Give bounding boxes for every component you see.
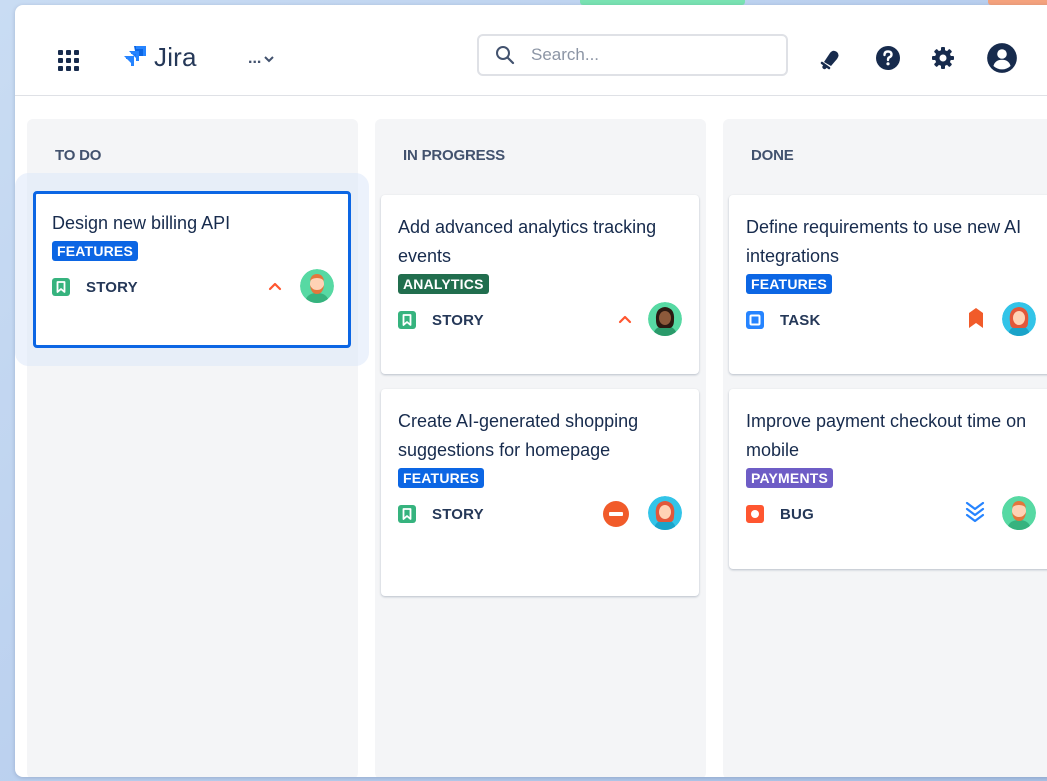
gear-icon[interactable] [926, 41, 960, 75]
card-title: Improve payment checkout time on mobile [746, 411, 1027, 460]
task-icon [746, 311, 764, 329]
assignee-avatar[interactable] [1002, 496, 1036, 530]
issue-card[interactable]: Add advanced analytics tracking events A… [381, 195, 699, 374]
column-title: TO DO [55, 147, 102, 164]
bug-icon [746, 505, 764, 523]
story-icon [398, 311, 416, 329]
issue-type: STORY [86, 279, 138, 296]
story-icon [52, 278, 70, 296]
issue-card[interactable]: Create AI-generated shopping suggestions… [381, 389, 699, 596]
jira-window: Jira ... Search... TO DO Design new bill… [15, 5, 1047, 777]
more-menu-button[interactable]: ... [248, 47, 275, 71]
column-todo: TO DO Design new billing API FEATURES ST… [27, 119, 358, 777]
priority-high-icon [618, 315, 632, 324]
card-label: FEATURES [52, 241, 139, 261]
assignee-avatar[interactable] [1002, 302, 1036, 336]
card-title: Define requirements to use new AI integr… [746, 217, 1022, 266]
column-title: IN PROGRESS [403, 147, 505, 164]
column-title: DONE [751, 147, 794, 164]
priority-highest-icon [969, 308, 983, 328]
assignee-avatar[interactable] [300, 269, 334, 303]
story-icon [398, 505, 416, 523]
issue-card[interactable]: Design new billing API FEATURES STORY [33, 191, 351, 348]
priority-high-icon [268, 282, 282, 291]
issue-card[interactable]: Define requirements to use new AI integr… [729, 195, 1047, 374]
card-label: FEATURES [746, 274, 833, 294]
app-name: Jira [154, 41, 197, 72]
search-icon [496, 46, 515, 65]
issue-type: BUG [780, 506, 814, 523]
card-footer: STORY [398, 496, 682, 536]
priority-blocker-icon [603, 501, 629, 527]
card-footer: TASK [746, 302, 1036, 342]
issue-card[interactable]: Improve payment checkout time on mobile … [729, 389, 1047, 569]
help-icon[interactable] [871, 41, 905, 75]
search-input[interactable] [529, 44, 753, 66]
issue-type: STORY [432, 312, 484, 329]
card-title: Add advanced analytics tracking events [398, 217, 657, 266]
top-navigation: Jira ... [15, 5, 1047, 96]
bell-icon[interactable] [813, 41, 847, 75]
column-done: DONE Define requirements to use new AI i… [723, 119, 1047, 777]
more-label: ... [248, 50, 262, 67]
chevron-down-icon [264, 56, 275, 63]
priority-lowest-icon [965, 501, 985, 523]
card-footer: STORY [398, 302, 682, 342]
card-title: Create AI-generated shopping suggestions… [398, 411, 639, 460]
search-box[interactable] [477, 34, 788, 76]
column-in-progress: IN PROGRESS Add advanced analytics track… [375, 119, 706, 777]
assignee-avatar[interactable] [648, 302, 682, 336]
issue-type: TASK [780, 312, 821, 329]
issue-type: STORY [432, 506, 484, 523]
card-footer: BUG [746, 496, 1036, 536]
card-footer: STORY [52, 269, 334, 309]
card-label: FEATURES [398, 468, 485, 488]
card-label: ANALYTICS [398, 274, 489, 294]
jira-logo[interactable]: Jira [122, 41, 197, 73]
jira-logo-icon [124, 46, 146, 66]
card-title: Design new billing API [52, 213, 231, 233]
card-label: PAYMENTS [746, 468, 834, 488]
assignee-avatar[interactable] [648, 496, 682, 530]
user-avatar-icon[interactable] [985, 41, 1019, 75]
grid-icon[interactable] [55, 45, 83, 73]
